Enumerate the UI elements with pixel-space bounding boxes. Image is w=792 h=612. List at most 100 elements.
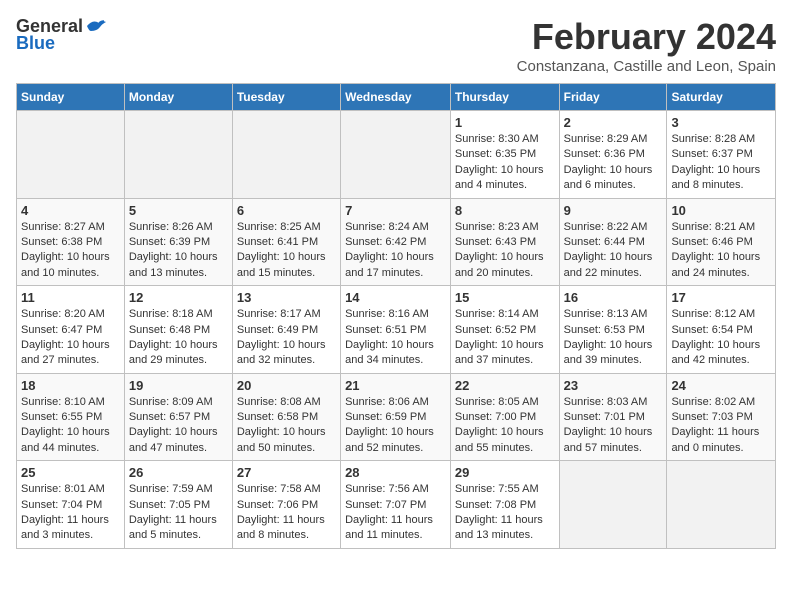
- day-number: 22: [455, 378, 555, 393]
- calendar-cell: 21Sunrise: 8:06 AMSunset: 6:59 PMDayligh…: [341, 373, 451, 461]
- day-info: Sunrise: 7:58 AMSunset: 7:06 PMDaylight:…: [237, 482, 336, 544]
- day-number: 9: [564, 203, 663, 218]
- logo-bird-icon: [85, 17, 107, 35]
- calendar-cell: 13 Sunrise: 8:17 AMSunset: 6:49 PMDayligh…: [232, 286, 340, 374]
- calendar-cell: 4 Sunrise: 8:27 AMSunset: 6:38 PMDaylight…: [17, 198, 125, 286]
- day-number: 3: [671, 115, 771, 130]
- day-info: Sunrise: 8:22 AMSunset: 6:44 PMDaylight:…: [564, 220, 663, 282]
- day-info: Sunrise: 8:26 AMSunset: 6:39 PMDaylight:…: [129, 220, 228, 282]
- calendar-cell: 16 Sunrise: 8:13 AMSunset: 6:53 PMDayligh…: [559, 286, 667, 374]
- calendar-cell: [667, 461, 776, 549]
- day-info: Sunrise: 8:13 AMSunset: 6:53 PMDaylight:…: [564, 307, 663, 369]
- calendar-cell: 25 Sunrise: 8:01 AMSunset: 7:04 PMDayligh…: [17, 461, 125, 549]
- calendar-table: SundayMondayTuesdayWednesdayThursdayFrid…: [16, 83, 776, 549]
- day-info: Sunrise: 8:18 AMSunset: 6:48 PMDaylight:…: [129, 307, 228, 369]
- day-info: Sunrise: 8:24 AMSunset: 6:42 PMDaylight:…: [345, 220, 446, 282]
- col-header-sunday: Sunday: [17, 84, 125, 111]
- day-number: 11: [21, 290, 120, 305]
- day-number: 13: [237, 290, 336, 305]
- calendar-cell: 11Sunrise: 8:20 AMSunset: 6:47 PMDayligh…: [17, 286, 125, 374]
- week-row-2: 4 Sunrise: 8:27 AMSunset: 6:38 PMDaylight…: [17, 198, 776, 286]
- day-info: Sunrise: 8:21 AMSunset: 6:46 PMDaylight:…: [671, 220, 771, 282]
- week-row-3: 11Sunrise: 8:20 AMSunset: 6:47 PMDayligh…: [17, 286, 776, 374]
- day-info: Sunrise: 8:30 AMSunset: 6:35 PMDaylight:…: [455, 132, 555, 194]
- col-header-saturday: Saturday: [667, 84, 776, 111]
- day-number: 8: [455, 203, 555, 218]
- day-info: Sunrise: 8:12 AMSunset: 6:54 PMDaylight:…: [671, 307, 771, 369]
- calendar-cell: 22Sunrise: 8:05 AMSunset: 7:00 PMDayligh…: [450, 373, 559, 461]
- calendar-cell: 5 Sunrise: 8:26 AMSunset: 6:39 PMDaylight…: [124, 198, 232, 286]
- day-info: Sunrise: 8:01 AMSunset: 7:04 PMDaylight:…: [21, 482, 120, 544]
- day-info: Sunrise: 8:03 AMSunset: 7:01 PMDaylight:…: [564, 395, 663, 457]
- calendar-cell: 3 Sunrise: 8:28 AMSunset: 6:37 PMDaylight…: [667, 111, 776, 199]
- day-number: 10: [671, 203, 771, 218]
- header: General Blue February 2024 Constanzana, …: [16, 16, 776, 75]
- col-header-thursday: Thursday: [450, 84, 559, 111]
- day-number: 16: [564, 290, 663, 305]
- calendar-cell: 10 Sunrise: 8:21 AMSunset: 6:46 PMDayligh…: [667, 198, 776, 286]
- calendar-cell: [232, 111, 340, 199]
- calendar-cell: 23 Sunrise: 8:03 AMSunset: 7:01 PMDayligh…: [559, 373, 667, 461]
- day-info: Sunrise: 8:23 AMSunset: 6:43 PMDaylight:…: [455, 220, 555, 282]
- calendar-cell: 28Sunrise: 7:56 AMSunset: 7:07 PMDayligh…: [341, 461, 451, 549]
- day-info: Sunrise: 8:06 AMSunset: 6:59 PMDaylight:…: [345, 395, 446, 457]
- day-info: Sunrise: 7:56 AMSunset: 7:07 PMDaylight:…: [345, 482, 446, 544]
- week-row-4: 18Sunrise: 8:10 AMSunset: 6:55 PMDayligh…: [17, 373, 776, 461]
- day-number: 12: [129, 290, 228, 305]
- day-number: 7: [345, 203, 446, 218]
- col-header-wednesday: Wednesday: [341, 84, 451, 111]
- day-number: 4: [21, 203, 120, 218]
- day-number: 15: [455, 290, 555, 305]
- day-info: Sunrise: 8:08 AMSunset: 6:58 PMDaylight:…: [237, 395, 336, 457]
- calendar-cell: 20 Sunrise: 8:08 AMSunset: 6:58 PMDayligh…: [232, 373, 340, 461]
- day-number: 26: [129, 465, 228, 480]
- day-number: 6: [237, 203, 336, 218]
- calendar-cell: 12 Sunrise: 8:18 AMSunset: 6:48 PMDayligh…: [124, 286, 232, 374]
- calendar-cell: [341, 111, 451, 199]
- day-info: Sunrise: 8:27 AMSunset: 6:38 PMDaylight:…: [21, 220, 120, 282]
- title-area: February 2024 Constanzana, Castille and …: [517, 16, 776, 75]
- calendar-cell: 2 Sunrise: 8:29 AMSunset: 6:36 PMDaylight…: [559, 111, 667, 199]
- logo-blue-text: Blue: [16, 33, 55, 54]
- calendar-cell: 26Sunrise: 7:59 AMSunset: 7:05 PMDayligh…: [124, 461, 232, 549]
- calendar-cell: 1 Sunrise: 8:30 AMSunset: 6:35 PMDaylight…: [450, 111, 559, 199]
- calendar-cell: 27 Sunrise: 7:58 AMSunset: 7:06 PMDayligh…: [232, 461, 340, 549]
- calendar-cell: 29Sunrise: 7:55 AMSunset: 7:08 PMDayligh…: [450, 461, 559, 549]
- col-header-monday: Monday: [124, 84, 232, 111]
- calendar-cell: 24Sunrise: 8:02 AMSunset: 7:03 PMDayligh…: [667, 373, 776, 461]
- calendar-cell: 8 Sunrise: 8:23 AMSunset: 6:43 PMDaylight…: [450, 198, 559, 286]
- day-info: Sunrise: 8:28 AMSunset: 6:37 PMDaylight:…: [671, 132, 771, 194]
- col-header-tuesday: Tuesday: [232, 84, 340, 111]
- day-number: 20: [237, 378, 336, 393]
- day-number: 2: [564, 115, 663, 130]
- day-number: 19: [129, 378, 228, 393]
- day-number: 18: [21, 378, 120, 393]
- day-info: Sunrise: 8:14 AMSunset: 6:52 PMDaylight:…: [455, 307, 555, 369]
- calendar-cell: 15 Sunrise: 8:14 AMSunset: 6:52 PMDayligh…: [450, 286, 559, 374]
- day-info: Sunrise: 8:16 AMSunset: 6:51 PMDaylight:…: [345, 307, 446, 369]
- calendar-cell: 6Sunrise: 8:25 AMSunset: 6:41 PMDaylight…: [232, 198, 340, 286]
- calendar-cell: 14 Sunrise: 8:16 AMSunset: 6:51 PMDayligh…: [341, 286, 451, 374]
- day-number: 23: [564, 378, 663, 393]
- week-row-1: 1 Sunrise: 8:30 AMSunset: 6:35 PMDaylight…: [17, 111, 776, 199]
- calendar-cell: 17Sunrise: 8:12 AMSunset: 6:54 PMDayligh…: [667, 286, 776, 374]
- calendar-cell: [17, 111, 125, 199]
- day-number: 5: [129, 203, 228, 218]
- day-info: Sunrise: 8:29 AMSunset: 6:36 PMDaylight:…: [564, 132, 663, 194]
- day-number: 27: [237, 465, 336, 480]
- col-header-friday: Friday: [559, 84, 667, 111]
- day-number: 1: [455, 115, 555, 130]
- header-row: SundayMondayTuesdayWednesdayThursdayFrid…: [17, 84, 776, 111]
- day-number: 14: [345, 290, 446, 305]
- day-number: 29: [455, 465, 555, 480]
- calendar-cell: [559, 461, 667, 549]
- calendar-cell: 9 Sunrise: 8:22 AMSunset: 6:44 PMDaylight…: [559, 198, 667, 286]
- logo: General Blue: [16, 16, 107, 54]
- day-number: 25: [21, 465, 120, 480]
- week-row-5: 25 Sunrise: 8:01 AMSunset: 7:04 PMDayligh…: [17, 461, 776, 549]
- location: Constanzana, Castille and Leon, Spain: [517, 58, 776, 75]
- month-title: February 2024: [517, 16, 776, 58]
- day-info: Sunrise: 8:17 AMSunset: 6:49 PMDaylight:…: [237, 307, 336, 369]
- day-number: 24: [671, 378, 771, 393]
- calendar-cell: 18Sunrise: 8:10 AMSunset: 6:55 PMDayligh…: [17, 373, 125, 461]
